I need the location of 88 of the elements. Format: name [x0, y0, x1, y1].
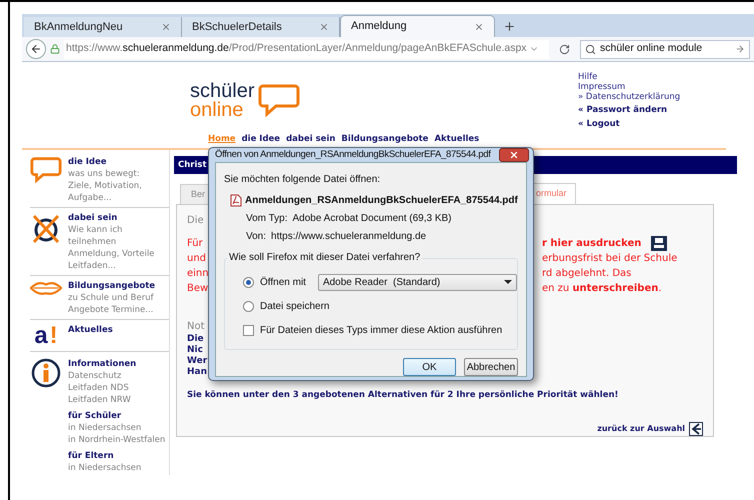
intro-text: Die — [187, 214, 204, 228]
back-arrow-icon — [30, 43, 42, 55]
application-select[interactable]: Adobe Reader (Standard) — [318, 274, 517, 291]
news-logo: a! — [34, 324, 58, 348]
sidebar-link[interactable]: Leitfaden... — [68, 260, 154, 272]
sidebar-link[interactable]: in Nordrhein-Westfalen — [68, 434, 166, 446]
priority-text: Sie können unter den 3 angebotenen Alternativen für 2 Ihre persönliche Priorität wählen! — [187, 389, 618, 402]
nav-link[interactable]: Bildungsangebote — [341, 133, 428, 146]
top-link[interactable]: Impressum — [578, 82, 680, 92]
radio-button[interactable] — [243, 276, 254, 288]
warning-text: erbungsfrist bei der Schule — [542, 252, 678, 266]
sidebar-title[interactable]: Bildungsangebote — [68, 280, 156, 292]
nav-link[interactable]: Aktuelles — [434, 133, 480, 146]
close-button[interactable] — [499, 148, 529, 162]
close-icon[interactable] — [474, 22, 484, 32]
top-link[interactable]: « Logout — [578, 118, 680, 130]
top-link[interactable]: Hilfe — [578, 72, 680, 82]
note-text: Wer — [187, 356, 208, 367]
prompt-text: Sie möchten folgende Datei öffnen: — [224, 173, 380, 188]
close-icon[interactable] — [161, 22, 171, 32]
warning-text: en zu unterschreiben. — [542, 282, 662, 296]
sidebar-link[interactable]: Leitfaden NRW — [68, 394, 166, 406]
sidebar-link[interactable]: Anmeldung, Vorteile — [68, 248, 154, 260]
warning-text: rd abgelehnt. Das — [542, 266, 632, 280]
sidebar-link[interactable]: in Niedersachsen — [68, 462, 166, 474]
warning-text: Bew — [187, 282, 209, 296]
browser-tab[interactable]: Anmeldung — [340, 15, 495, 37]
sidebar-link[interactable]: teilnehmen — [68, 236, 154, 248]
lock-icon — [50, 44, 60, 54]
sidebar-title[interactable]: Aktuelles — [68, 324, 113, 336]
sidebar-link[interactable]: Datenschutz — [68, 370, 166, 382]
type-value: Adobe Acrobat Document (69,3 KB) — [292, 212, 452, 226]
top-link[interactable]: « Passwort ändern — [578, 104, 680, 116]
site-logo[interactable]: schüler online — [190, 82, 300, 120]
close-icon — [509, 150, 519, 160]
sidebar-link[interactable]: Aufgabe... — [68, 192, 142, 204]
search-icon — [585, 44, 596, 54]
sidebar-link[interactable]: was uns bewegt: — [68, 168, 142, 180]
sidebar-link[interactable]: in Niedersachsen — [68, 422, 166, 434]
source-label: Von: — [246, 230, 266, 244]
browser-tab[interactable]: BkSchuelerDetails — [182, 17, 340, 37]
browser-tab[interactable]: BkAnmeldungNeu — [24, 17, 182, 37]
pdf-icon — [230, 194, 242, 208]
search-field[interactable]: schüler online module — [580, 40, 750, 58]
warning-text: einn — [187, 266, 209, 280]
new-tab-icon[interactable] — [503, 20, 516, 33]
sidebar-title[interactable]: Informationen — [68, 358, 166, 370]
source-value: https://www.schueleranmeldung.de — [271, 230, 426, 244]
sidebar-title[interactable]: für Schüler — [68, 410, 166, 422]
notes-label: Not — [187, 320, 205, 334]
nav-link[interactable]: dabei sein — [286, 133, 336, 146]
warning-text: und — [187, 252, 208, 266]
back-arrow-icon[interactable] — [689, 422, 703, 436]
warning-text: r hier ausdrucken — [542, 236, 642, 250]
warning-text: Für — [187, 236, 204, 250]
type-label: Vom Typ: — [246, 212, 288, 226]
go-arrow-icon[interactable] — [735, 44, 745, 54]
dialog-button[interactable]: Abbrechen — [464, 358, 518, 376]
lips-icon — [30, 280, 62, 296]
option-label[interactable]: Datei speichern — [260, 298, 330, 314]
sidebar-link[interactable]: Ziele, Motivation, — [68, 180, 142, 192]
sidebar-link[interactable]: Leitfaden NDS — [68, 382, 166, 394]
info-icon — [31, 358, 61, 388]
note-text: Die — [187, 334, 204, 345]
sidebar-title[interactable]: die Idee — [68, 156, 142, 168]
crossed-circle-icon — [31, 212, 61, 246]
sidebar-link[interactable]: Angebote Termine... — [68, 304, 156, 316]
nav-link[interactable]: die Idee — [242, 133, 280, 146]
checkbox[interactable] — [243, 325, 254, 336]
close-icon[interactable] — [319, 22, 329, 32]
file-name: Anmeldungen_RSAnmeldungBkSchuelerEFA_875544.pdf — [245, 194, 518, 208]
back-button[interactable] — [26, 39, 46, 59]
sidebar-title[interactable]: für Eltern — [68, 450, 166, 462]
checkbox-label[interactable]: Für Dateien dieses Typs immer diese Aktion ausführen — [260, 323, 502, 338]
option-label[interactable]: Öffnen mit — [260, 274, 306, 290]
printer-icon[interactable] — [651, 236, 668, 250]
note-text: Han — [187, 367, 208, 378]
sidebar-title[interactable]: dabei sein — [68, 212, 154, 224]
top-link[interactable]: » Datenschutzerklärung — [578, 92, 680, 102]
sidebar-link[interactable]: Wie kann ich — [68, 224, 154, 236]
address-field[interactable]: https://www.schueleranmeldung.de/Prod/PresentationLayer/Anmeldung/pageAnBkEFASchule.aspx — [64, 40, 549, 58]
sidebar-link[interactable]: zu Schule und Beruf — [68, 292, 156, 304]
radio-button[interactable] — [243, 300, 254, 312]
dialog-button[interactable]: OK — [403, 358, 456, 376]
speech-bubble-icon — [30, 156, 62, 184]
note-text: Nic — [187, 345, 203, 356]
reload-icon[interactable] — [559, 44, 570, 54]
back-link[interactable]: zurück zur Auswahl — [597, 422, 685, 435]
